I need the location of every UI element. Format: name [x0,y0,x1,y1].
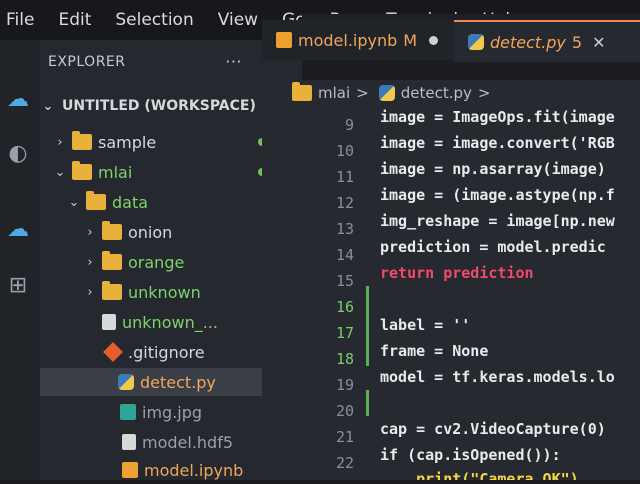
line-number: 12 [335,194,354,212]
menu-selection[interactable]: Selection [103,0,205,40]
menu-edit[interactable]: Edit [46,0,103,40]
line-number: 11 [335,168,354,186]
docker-icon[interactable]: ☁ [4,216,32,244]
line-number: 20 [335,402,354,420]
python-icon [378,85,395,101]
line-number: 17 [335,324,354,342]
folder-open-icon [86,191,106,210]
git-added-indicator [366,286,369,366]
menu-file[interactable]: File [0,0,46,40]
chevron-right-icon: › [87,224,93,240]
code-editor[interactable]: 9 10 11 12 13 14 15 16 17 18 19 20 21 22… [262,106,640,480]
explorer-title: EXPLORER [48,54,126,70]
folder-icon [292,82,312,101]
folder-icon [72,131,92,150]
line-number: 18 [335,350,354,368]
line-number-gutter: 9 10 11 12 13 14 15 16 17 18 19 20 21 22 [262,106,372,480]
extensions-icon[interactable]: ⊞ [4,272,32,300]
code-line: image = np.asarray(image) [380,160,606,178]
chevron-down-icon: ⌄ [68,194,80,210]
tab-model-ipynb[interactable]: model.ipynb M [262,20,472,60]
image-icon [120,404,136,420]
chevron-down-icon: ⌄ [54,164,66,180]
line-number: 16 [335,298,354,316]
line-number: 15 [335,272,354,290]
close-icon[interactable]: ✕ [592,33,605,52]
line-number: 19 [335,376,354,394]
code-line: image = ImageOps.fit(image [380,108,615,126]
breadcrumb: mlai > detect.py > [262,80,640,106]
chevron-right-icon: › [87,284,93,300]
code-line: print("Camera OK") [380,470,579,480]
code-line: img_reshape = image[np.new [380,212,615,230]
python-icon [118,374,134,390]
code-line: model = tf.keras.models.lo [380,368,615,386]
python-icon [468,34,484,50]
code-line: image = image.convert('RGB [380,134,615,152]
line-number: 22 [335,454,354,472]
code-line: if (cap.isOpened()): [380,446,561,464]
folder-icon [102,281,122,300]
breadcrumb-separator: > [356,84,369,102]
line-number: 10 [335,142,354,160]
tab-detect-py[interactable]: detect.py 5 ✕ [454,20,640,62]
breadcrumb-separator: > [477,84,491,102]
code-line: cap = cv2.VideoCapture(0) [380,420,606,438]
code-line: image = (image.astype(np.f [380,186,615,204]
folder-icon [102,251,122,270]
line-number: 13 [335,220,354,238]
git-added-indicator [366,390,369,416]
extension-cloud-icon[interactable]: ☁ [4,86,32,114]
git-icon [103,342,123,362]
line-number: 9 [344,116,354,134]
folder-icon [102,221,122,240]
editor-tabs: model.ipynb M detect.py 5 ✕ [262,14,640,62]
code-line: return prediction [380,264,534,282]
file-icon [122,434,136,450]
chevron-right-icon: › [57,134,63,150]
file-icon [102,314,116,330]
unsaved-dot [429,35,439,45]
code-line: frame = None [380,342,489,360]
line-number: 14 [335,246,354,264]
folder-open-icon [72,161,92,180]
more-actions-icon[interactable]: ··· [225,40,242,84]
notebook-icon [276,32,292,48]
line-number: 21 [335,428,354,446]
menu-view[interactable]: View [206,0,270,40]
code-line: prediction = model.predic [380,238,606,256]
activity-bar: ☁ ◐ ☁ ⊞ [0,40,40,480]
breadcrumb-mlai[interactable]: mlai [318,84,350,102]
chevron-down-icon: ⌄ [42,98,54,114]
notebook-icon [122,462,138,478]
breadcrumb-detect-py[interactable]: detect.py [401,84,472,102]
chevron-right-icon: › [87,254,93,270]
timeline-icon[interactable]: ◐ [4,140,32,168]
code-line: label = '' [380,316,471,334]
